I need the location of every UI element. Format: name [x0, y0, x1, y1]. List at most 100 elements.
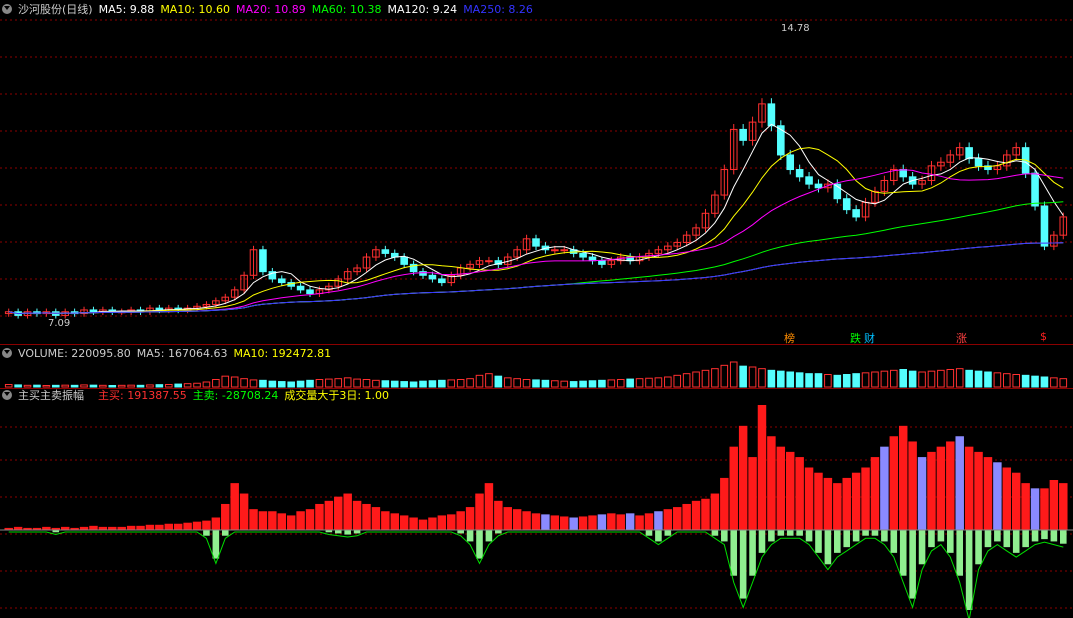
volume-bar — [1021, 374, 1030, 388]
volume-bar — [880, 370, 889, 388]
sell-bar — [899, 530, 907, 576]
candle-body — [965, 147, 973, 160]
buy-bar — [531, 513, 541, 530]
candle-body — [296, 285, 305, 291]
buy-bar — [823, 477, 833, 530]
buy-bar — [1021, 483, 1030, 530]
buy-bar — [663, 509, 673, 530]
candle-body — [400, 256, 408, 265]
buy-bar — [983, 457, 993, 530]
candle-body — [598, 260, 606, 265]
volume-bar — [786, 371, 795, 388]
volume-bar — [372, 379, 380, 388]
buy-bar — [371, 507, 381, 530]
candle-body — [89, 309, 98, 313]
sell-bar — [777, 530, 785, 536]
buy-bar — [409, 517, 418, 530]
sell-bar — [730, 530, 738, 576]
sell-bar — [862, 530, 869, 536]
candle-body — [974, 158, 983, 167]
volume-bar — [306, 379, 314, 388]
buy-bar — [136, 525, 145, 530]
volume-bar — [362, 379, 371, 388]
volume-bar — [984, 371, 992, 388]
candle-body — [852, 209, 860, 218]
stock-chart-canvas[interactable] — [0, 0, 1073, 618]
volume-bar — [14, 384, 22, 388]
buy-bar — [1049, 480, 1059, 530]
buy-bar — [654, 511, 663, 530]
sell-bar — [221, 530, 229, 536]
volume-bar — [588, 380, 597, 388]
volume-bar — [1031, 375, 1039, 388]
buy-bar — [560, 516, 569, 530]
volume-bar — [230, 376, 239, 388]
volume-bar — [974, 370, 983, 388]
sell-bar — [749, 530, 756, 576]
candle-body — [786, 154, 795, 171]
buy-bar — [202, 520, 211, 530]
volume-bar — [748, 366, 757, 388]
candle-body — [899, 169, 908, 178]
volume-bar — [814, 373, 823, 388]
volume-bar — [1003, 373, 1011, 388]
volume-bar — [212, 379, 220, 388]
buy-bar — [352, 500, 362, 530]
ma5-line — [8, 123, 1064, 315]
candle-body — [767, 103, 776, 127]
buy-bar — [1030, 488, 1040, 530]
candle-body — [532, 238, 540, 247]
volume-bar — [1059, 378, 1068, 388]
volume-bar — [390, 380, 399, 388]
sell-bar — [890, 530, 898, 553]
volume-bar — [89, 384, 98, 388]
buy-bar — [1011, 472, 1021, 530]
buy-bar — [522, 511, 531, 530]
volume-bar — [522, 379, 531, 388]
volume-bar — [682, 373, 691, 388]
volume-bar — [711, 368, 719, 388]
volume-bar — [268, 380, 277, 388]
candle-body — [777, 125, 785, 156]
buy-bar — [804, 467, 814, 530]
buy-bar — [334, 496, 343, 530]
sell-bar — [871, 530, 879, 536]
volume-bar — [607, 379, 616, 388]
sell-bar — [1003, 530, 1011, 548]
buy-bar — [833, 483, 842, 530]
sell-bar — [1050, 530, 1058, 542]
volume-bar — [626, 378, 634, 388]
volume-bar — [598, 379, 606, 388]
volume-bar — [579, 380, 587, 388]
buy-bar — [720, 477, 729, 530]
volume-bar — [221, 375, 230, 388]
sell-bar — [476, 530, 483, 559]
volume-bar — [381, 380, 390, 388]
volume-bar — [701, 369, 710, 388]
buy-bar — [399, 515, 409, 530]
candle-body — [438, 278, 446, 284]
buy-bar — [315, 503, 324, 530]
sell-bar — [956, 530, 964, 576]
sell-bar — [947, 530, 954, 553]
candle-body — [306, 289, 314, 295]
buy-bar — [1002, 467, 1012, 530]
buy-bar — [701, 498, 710, 530]
volume-bar — [485, 373, 493, 388]
ma60-line — [8, 201, 1064, 315]
volume-bar — [466, 378, 474, 388]
sell-bar — [805, 530, 813, 542]
buy-bar — [569, 517, 578, 530]
volume-bar — [174, 383, 182, 388]
buy-bar — [475, 493, 484, 530]
buy-bar — [738, 425, 748, 530]
volume-bar — [569, 381, 578, 388]
volume-bar — [503, 377, 512, 388]
buy-bar — [757, 405, 767, 530]
volume-bar — [334, 378, 343, 388]
buy-bar — [465, 507, 475, 530]
buy-bar — [305, 509, 315, 530]
buy-bar — [362, 503, 371, 530]
sell-bar — [843, 530, 851, 548]
buy-bar — [842, 477, 851, 530]
